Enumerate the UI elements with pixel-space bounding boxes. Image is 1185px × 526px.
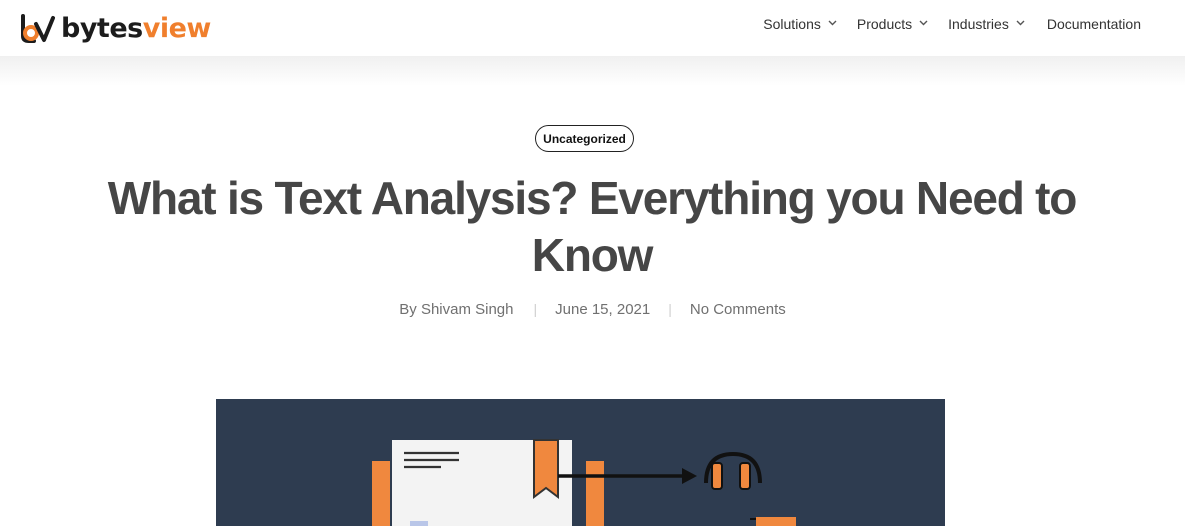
nav-products[interactable]: Products [857, 16, 928, 32]
post-comments-link[interactable]: No Comments [690, 301, 786, 318]
post-title: What is Text Analysis? Everything you Ne… [107, 172, 1078, 281]
nav-industries[interactable]: Industries [948, 16, 1025, 32]
chevron-down-icon [1016, 20, 1025, 25]
post-author[interactable]: By Shivam Singh [399, 301, 513, 318]
nav-solutions[interactable]: Solutions [763, 16, 837, 32]
nav-industries-label: Industries [948, 15, 1009, 32]
header-shadow [0, 56, 1185, 86]
nav-products-label: Products [856, 15, 913, 32]
nav-documentation[interactable]: Documentation [1047, 16, 1141, 32]
site-logo[interactable]: bytesview [20, 8, 211, 48]
category-badge[interactable]: Uncategorized [535, 125, 634, 152]
post-meta: By Shivam Singh | June 15, 2021 | No Com… [0, 301, 1185, 318]
main-navigation: Solutions Products Industries Documentat… [743, 15, 1141, 33]
meta-separator: | [533, 301, 538, 317]
bytesview-logo-icon [21, 14, 55, 43]
featured-image [216, 399, 945, 526]
post-date[interactable]: June 15, 2021 [555, 301, 650, 318]
chevron-down-icon [828, 20, 837, 25]
nav-documentation-label: Documentation [1046, 16, 1141, 32]
document-to-headphones-illustration [372, 439, 796, 526]
chevron-down-icon [919, 20, 928, 25]
meta-separator: | [668, 301, 672, 317]
nav-solutions-label: Solutions [763, 15, 821, 32]
site-header: bytesview Solutions Products Industries … [0, 0, 1185, 56]
logo-wordmark: bytesview [61, 12, 211, 44]
